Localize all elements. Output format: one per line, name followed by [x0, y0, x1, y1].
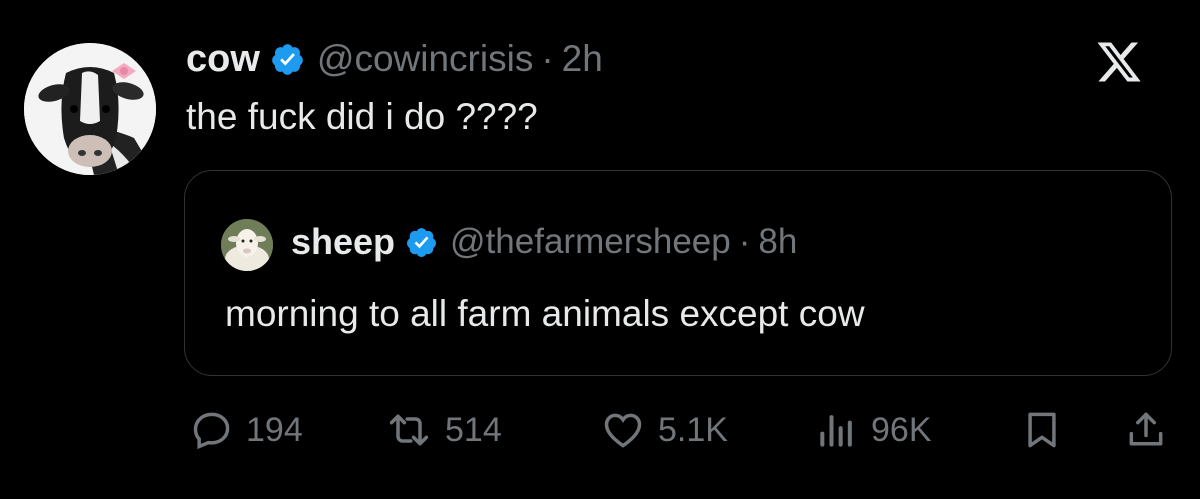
quoted-tweet-header: sheep @thefarmersheep · 8h	[291, 219, 797, 265]
x-logo-icon	[1094, 38, 1144, 86]
sheep-avatar-image	[221, 219, 273, 271]
header-separator: ·	[541, 38, 554, 79]
author-handle[interactable]: @cowincrisis	[317, 38, 533, 80]
views-count: 96K	[871, 410, 932, 449]
author-avatar[interactable]	[24, 43, 156, 175]
bookmark-button[interactable]	[1020, 400, 1064, 460]
tweet-timestamp[interactable]: 2h	[562, 38, 603, 80]
share-icon	[1124, 408, 1168, 452]
quoted-header-separator: ·	[738, 222, 751, 261]
reply-icon	[190, 408, 234, 452]
like-button[interactable]: 5.1K	[600, 400, 728, 460]
like-count: 5.1K	[658, 410, 728, 449]
like-icon	[600, 408, 646, 452]
cow-avatar-image	[24, 43, 156, 175]
tweet-action-bar: 194 514 5.1K 96K	[0, 400, 1200, 460]
reply-button[interactable]: 194	[190, 400, 303, 460]
share-button[interactable]	[1124, 400, 1168, 460]
bookmark-icon	[1020, 408, 1064, 452]
views-button[interactable]: 96K	[815, 400, 932, 460]
views-icon	[815, 408, 859, 452]
reply-count: 194	[246, 410, 303, 449]
tweet-text: the fuck did i do ????	[186, 96, 538, 137]
tweet-header: cow @cowincrisis · 2h	[186, 34, 603, 84]
author-name[interactable]: cow	[186, 38, 260, 81]
repost-icon	[385, 408, 433, 452]
verified-badge-icon	[270, 42, 305, 77]
repost-button[interactable]: 514	[385, 400, 502, 460]
repost-count: 514	[445, 410, 502, 449]
quoted-tweet-text: morning to all farm animals except cow	[225, 293, 865, 334]
quoted-author-name[interactable]: sheep	[291, 221, 395, 263]
quoted-tweet-timestamp[interactable]: 8h	[758, 222, 797, 262]
quoted-author-handle[interactable]: @thefarmersheep	[450, 222, 731, 262]
verified-badge-icon	[405, 226, 438, 259]
quoted-tweet-card[interactable]: sheep @thefarmersheep · 8h morning to al…	[184, 170, 1172, 376]
quoted-author-avatar[interactable]	[221, 219, 273, 271]
